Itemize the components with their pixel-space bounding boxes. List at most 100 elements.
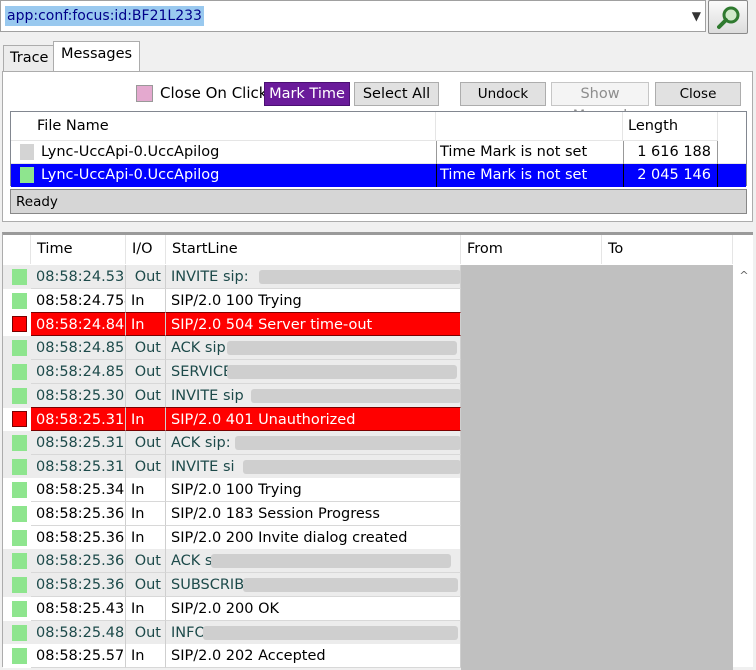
column-header-marker (3, 235, 31, 264)
files-table: File Name Length Lync-UccApi-0.UccApilog… (10, 111, 747, 187)
show-merged-button[interactable]: Show Merged (551, 82, 649, 124)
cell-io: In (126, 596, 166, 621)
status-bar: Ready (10, 189, 747, 214)
cell-time: 08:58:25.573 (31, 644, 126, 669)
cell-time: 08:58:25.363 (31, 525, 126, 550)
close-on-click-checkbox[interactable] (136, 85, 153, 102)
column-header-time[interactable]: Time (31, 235, 126, 264)
undock-button[interactable]: Undock (460, 82, 546, 106)
cell-io: Out (126, 573, 166, 598)
file-name: Lync-UccApi-0.UccApilog (41, 144, 220, 160)
cell-time: 08:58:25.483 (31, 620, 126, 645)
address-combobox[interactable]: app:conf:focus:id:BF21L233 ▼ (0, 0, 706, 32)
cell-time: 08:58:25.363 (31, 573, 126, 598)
file-row[interactable]: Lync-UccApi-0.UccApilog Time Mark is not… (11, 164, 746, 187)
row-marker (20, 144, 34, 160)
cell-io: Out (126, 454, 166, 479)
row-marker (12, 269, 27, 285)
cell-time: 08:58:24.843 (31, 312, 126, 337)
cell-startline: SIP/2.0 100 Trying (166, 478, 461, 503)
cell-io: Out (126, 430, 166, 455)
redacted-text (235, 435, 461, 450)
redacted-text (251, 388, 461, 403)
cell-time: 08:58:25.433 (31, 596, 126, 621)
redacted-text (227, 341, 457, 356)
cell-time: 08:58:25.303 (31, 383, 126, 408)
cell-time: 08:58:24.536 (31, 265, 126, 289)
time-mark: Time Mark is not set (436, 164, 623, 187)
row-marker (12, 577, 27, 594)
column-header-length[interactable]: Length (623, 112, 718, 141)
search-button[interactable] (708, 0, 748, 34)
row-marker (12, 363, 27, 380)
row-marker (12, 506, 27, 522)
row-marker (12, 434, 27, 451)
column-header-from[interactable]: From (461, 235, 602, 264)
cell-startline: SIP/2.0 200 Invite dialog created (166, 525, 461, 550)
cell-startline: SIP/2.0 183 Session Progress (166, 502, 461, 526)
redacted-text (211, 554, 451, 569)
redacted-text (259, 270, 461, 284)
cell-time: 08:58:24.754 (31, 288, 126, 313)
redacted-text (227, 364, 457, 379)
row-marker (12, 648, 27, 665)
row-marker (12, 387, 27, 404)
trace-grid: Time I/O StartLine From To 08:58:24.536 O… (2, 232, 753, 670)
toolbar: Close On Click Mark Time Select All Undo… (3, 72, 752, 124)
redacted-text (203, 625, 458, 640)
row-marker (12, 624, 27, 641)
row-marker (12, 600, 27, 617)
cell-io: In (126, 407, 166, 432)
close-on-click-label[interactable]: Close On Click (160, 84, 267, 102)
cell-io: In (126, 478, 166, 503)
cell-io: Out (126, 383, 166, 408)
chevron-up-icon[interactable]: ^ (735, 265, 753, 287)
row-marker (12, 292, 27, 309)
redacted-text (243, 459, 461, 474)
file-row[interactable]: Lync-UccApi-0.UccApilog Time Mark is not… (11, 141, 746, 164)
cell-startline: SIP/2.0 202 Accepted (166, 644, 461, 669)
column-header-to[interactable]: To (602, 235, 733, 264)
cell-io: In (126, 502, 166, 526)
cell-startline: SIP/2.0 200 OK (166, 596, 461, 621)
close-button[interactable]: Close (655, 82, 741, 106)
tab-trace[interactable]: Trace (3, 45, 56, 71)
cell-io: In (126, 312, 166, 337)
cell-io: Out (126, 620, 166, 645)
column-header-io[interactable]: I/O (126, 235, 166, 264)
row-marker (12, 458, 27, 475)
address-input[interactable]: app:conf:focus:id:BF21L233 (5, 6, 204, 26)
cell-time: 08:58:25.313 (31, 454, 126, 479)
row-marker (12, 553, 27, 570)
time-mark: Time Mark is not set (436, 141, 623, 164)
cell-startline: SIP/2.0 100 Trying (166, 288, 461, 313)
select-all-button[interactable]: Select All (354, 82, 439, 106)
chevron-down-icon[interactable]: ▼ (692, 9, 701, 23)
cell-io: Out (126, 549, 166, 574)
cell-time: 08:58:25.363 (31, 549, 126, 574)
column-header-startline[interactable]: StartLine (166, 235, 461, 264)
row-marker (12, 482, 27, 499)
cell-io: Out (126, 336, 166, 361)
cell-time: 08:58:25.343 (31, 478, 126, 503)
cell-io: In (126, 644, 166, 669)
cell-time: 08:58:25.313 (31, 430, 126, 455)
column-header-file-name[interactable]: File Name (11, 112, 436, 141)
mark-time-button[interactable]: Mark Time (264, 82, 350, 106)
row-marker (12, 340, 27, 357)
cell-io: In (126, 525, 166, 550)
cell-io: Out (126, 265, 166, 289)
row-marker (12, 411, 27, 428)
row-marker (12, 529, 27, 546)
tab-messages[interactable]: Messages (53, 41, 141, 72)
file-length: 2 045 146 (623, 164, 718, 187)
row-marker (20, 167, 34, 183)
cell-io: In (126, 288, 166, 313)
messages-panel: Close On Click Mark Time Select All Undo… (2, 71, 753, 222)
from-to-redacted-area (461, 265, 733, 670)
file-name: Lync-UccApi-0.UccApilog (41, 167, 220, 183)
search-icon (717, 6, 740, 29)
cell-startline: SIP/2.0 504 Server time-out (166, 312, 461, 337)
row-marker (12, 316, 27, 333)
column-header-mark[interactable] (436, 112, 623, 141)
